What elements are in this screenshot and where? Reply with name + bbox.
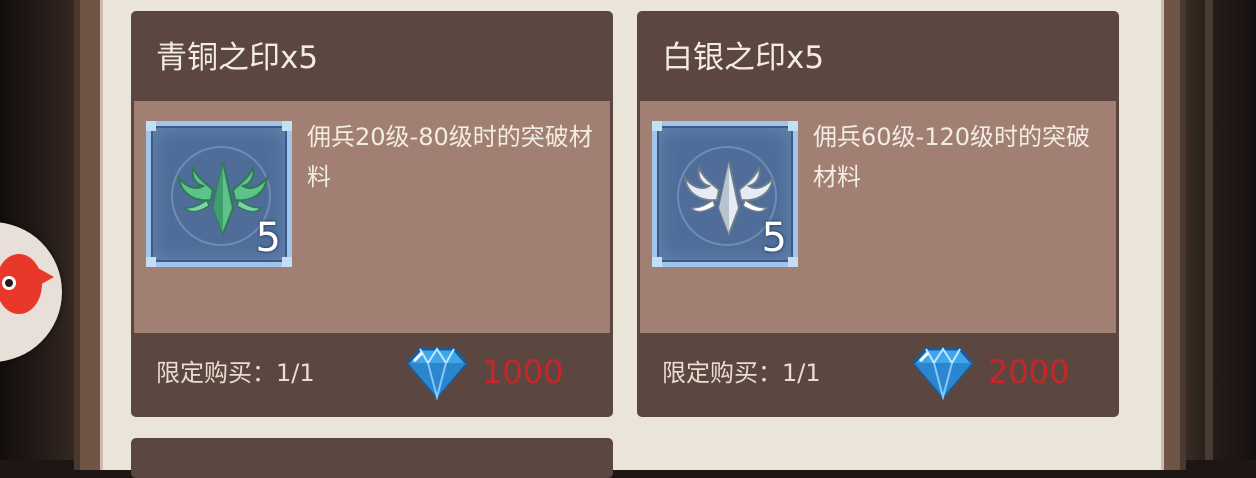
background-right [1185, 0, 1256, 460]
purchase-limit: 限定购买：1/1 [156, 359, 315, 387]
item-slot[interactable]: 5 [146, 121, 292, 267]
item-quantity: 5 [255, 215, 281, 261]
card-footer: 限定购买：1/1 2000 [640, 333, 1116, 414]
item-description: 佣兵60级-120级时的突破材料 [813, 123, 1091, 191]
shop-item-card-partial[interactable] [131, 438, 613, 478]
shop-item-card[interactable]: 青铜之印x5 5 佣兵20级-80级时的突破材料 限定购买：1/1 1000 [131, 11, 613, 417]
diamond-icon [406, 347, 468, 401]
card-header: 白银之印x5 [640, 14, 1116, 101]
item-title: 青铜之印x5 [156, 40, 319, 76]
item-price: 1000 [482, 353, 564, 391]
item-title: 白银之印x5 [662, 40, 825, 76]
card-footer: 限定购买：1/1 1000 [134, 333, 610, 414]
card-body: 5 佣兵20级-80级时的突破材料 [134, 101, 610, 333]
item-description: 佣兵20级-80级时的突破材料 [307, 123, 593, 191]
item-price: 2000 [988, 353, 1070, 391]
shop-item-card[interactable]: 白银之印x5 5 佣兵60级-120级时的突破材料 限定购买：1/1 2000 [637, 11, 1119, 417]
card-header: 青铜之印x5 [134, 14, 610, 101]
diamond-icon [912, 347, 974, 401]
item-quantity: 5 [761, 215, 787, 261]
mascot-bird-icon [0, 254, 54, 314]
item-slot[interactable]: 5 [652, 121, 798, 267]
purchase-limit: 限定购买：1/1 [662, 359, 821, 387]
card-body: 5 佣兵60级-120级时的突破材料 [640, 101, 1116, 333]
